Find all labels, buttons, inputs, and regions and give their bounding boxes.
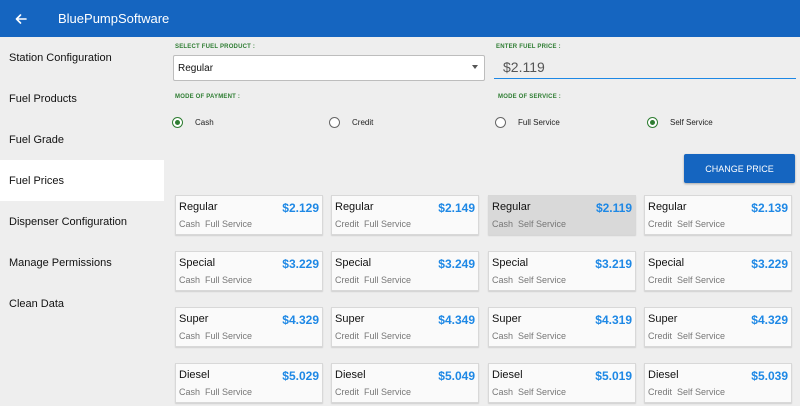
card-fuel-name: Diesel bbox=[648, 369, 679, 381]
card-price: $5.049 bbox=[438, 369, 475, 383]
card-fuel-name: Regular bbox=[335, 201, 374, 213]
price-card[interactable]: Diesel $5.029 Cash Full Service bbox=[175, 363, 323, 403]
card-fuel-name: Diesel bbox=[179, 369, 210, 381]
fuel-product-select-value: Regular bbox=[178, 62, 214, 74]
change-price-button[interactable]: CHANGE PRICE bbox=[684, 154, 795, 183]
card-fuel-name: Special bbox=[335, 257, 372, 269]
card-fuel-name: Regular bbox=[179, 201, 218, 213]
price-card[interactable]: Super $4.329 Cash Full Service bbox=[175, 307, 323, 347]
service-full-label: Full Service bbox=[518, 118, 560, 127]
card-mode: Credit Full Service bbox=[335, 275, 412, 285]
price-card-selected[interactable]: Regular $2.119 Cash Self Service bbox=[488, 195, 636, 235]
payment-credit-radio[interactable]: Credit bbox=[329, 117, 373, 128]
price-card[interactable]: Regular $2.149 Credit Full Service bbox=[331, 195, 479, 235]
card-price: $4.349 bbox=[438, 313, 475, 327]
sidebar: Station Configuration Fuel Products Fuel… bbox=[0, 37, 164, 406]
card-price: $3.229 bbox=[751, 257, 788, 271]
card-mode: Cash Full Service bbox=[179, 219, 253, 229]
price-card[interactable]: Diesel $5.049 Credit Full Service bbox=[331, 363, 479, 403]
back-button[interactable] bbox=[0, 0, 42, 37]
app-bar: BluePumpSoftware bbox=[0, 0, 800, 37]
sidebar-item-dispenser-configuration[interactable]: Dispenser Configuration bbox=[0, 201, 164, 242]
card-price: $5.039 bbox=[751, 369, 788, 383]
card-fuel-name: Diesel bbox=[492, 369, 523, 381]
card-mode: Credit Self Service bbox=[648, 331, 726, 341]
card-mode: Credit Full Service bbox=[335, 331, 412, 341]
main-content: SELECT FUEL PRODUCT : ENTER FUEL PRICE :… bbox=[164, 37, 800, 406]
sidebar-item-clean-data[interactable]: Clean Data bbox=[0, 283, 164, 324]
sidebar-item-fuel-prices[interactable]: Fuel Prices bbox=[0, 160, 164, 201]
card-mode: Cash Self Service bbox=[492, 331, 567, 341]
card-mode: Credit Full Service bbox=[335, 387, 412, 397]
card-price: $3.219 bbox=[595, 257, 632, 271]
arrow-left-icon bbox=[15, 13, 27, 24]
card-price: $5.029 bbox=[282, 369, 319, 383]
card-price: $2.129 bbox=[282, 201, 319, 215]
price-card[interactable]: Super $4.329 Credit Self Service bbox=[644, 307, 792, 347]
payment-credit-label: Credit bbox=[352, 118, 374, 127]
payment-cash-radio[interactable]: Cash bbox=[172, 117, 214, 128]
payment-cash-label: Cash bbox=[195, 118, 214, 127]
price-card[interactable]: Diesel $5.039 Credit Self Service bbox=[644, 363, 792, 403]
card-mode: Credit Self Service bbox=[648, 387, 726, 397]
sidebar-item-fuel-grade[interactable]: Fuel Grade bbox=[0, 119, 164, 160]
card-mode: Cash Full Service bbox=[179, 275, 253, 285]
card-mode: Credit Self Service bbox=[648, 219, 726, 229]
price-card[interactable]: Special $3.229 Cash Full Service bbox=[175, 251, 323, 291]
price-label: ENTER FUEL PRICE : bbox=[496, 44, 561, 50]
radio-unchecked-icon bbox=[495, 117, 506, 128]
card-fuel-name: Super bbox=[492, 313, 522, 325]
card-price: $4.319 bbox=[595, 313, 632, 327]
fuel-product-select[interactable]: Regular bbox=[173, 55, 485, 81]
card-mode: Cash Self Service bbox=[492, 387, 567, 397]
card-fuel-name: Super bbox=[179, 313, 209, 325]
card-price: $2.149 bbox=[438, 201, 475, 215]
card-fuel-name: Super bbox=[335, 313, 365, 325]
price-card[interactable]: Super $4.319 Cash Self Service bbox=[488, 307, 636, 347]
card-fuel-name: Special bbox=[648, 257, 685, 269]
sidebar-item-station-configuration[interactable]: Station Configuration bbox=[0, 37, 164, 78]
price-card[interactable]: Super $4.349 Credit Full Service bbox=[331, 307, 479, 347]
card-mode: Cash Self Service bbox=[492, 275, 567, 285]
service-self-radio[interactable]: Self Service bbox=[647, 117, 713, 128]
sidebar-item-manage-permissions[interactable]: Manage Permissions bbox=[0, 242, 164, 283]
card-fuel-name: Diesel bbox=[335, 369, 366, 381]
radio-checked-icon bbox=[647, 117, 658, 128]
service-full-radio[interactable]: Full Service bbox=[495, 117, 560, 128]
app-title: BluePumpSoftware bbox=[58, 11, 170, 26]
card-mode: Cash Full Service bbox=[179, 387, 253, 397]
radio-unchecked-icon bbox=[329, 117, 340, 128]
card-price: $2.119 bbox=[595, 201, 632, 215]
price-card[interactable]: Regular $2.139 Credit Self Service bbox=[644, 195, 792, 235]
card-fuel-name: Super bbox=[648, 313, 678, 325]
card-price: $5.019 bbox=[595, 369, 632, 383]
card-fuel-name: Special bbox=[492, 257, 529, 269]
dropdown-caret-icon bbox=[472, 65, 478, 69]
price-card[interactable]: Regular $2.129 Cash Full Service bbox=[175, 195, 323, 235]
fuel-price-input[interactable] bbox=[494, 55, 796, 79]
card-price: $3.229 bbox=[282, 257, 319, 271]
card-fuel-name: Regular bbox=[648, 201, 687, 213]
card-fuel-name: Special bbox=[179, 257, 216, 269]
card-fuel-name: Regular bbox=[492, 201, 531, 213]
price-card[interactable]: Diesel $5.019 Cash Self Service bbox=[488, 363, 636, 403]
card-mode: Credit Full Service bbox=[335, 219, 412, 229]
select-product-label: SELECT FUEL PRODUCT : bbox=[175, 44, 256, 50]
sidebar-item-fuel-products[interactable]: Fuel Products bbox=[0, 78, 164, 119]
card-price: $4.329 bbox=[751, 313, 788, 327]
card-mode: Credit Self Service bbox=[648, 275, 726, 285]
price-card[interactable]: Special $3.229 Credit Self Service bbox=[644, 251, 792, 291]
service-mode-label: MODE OF SERVICE : bbox=[498, 94, 561, 100]
service-self-label: Self Service bbox=[670, 118, 713, 127]
card-mode: Cash Self Service bbox=[492, 219, 567, 229]
card-mode: Cash Full Service bbox=[179, 331, 253, 341]
card-price: $2.139 bbox=[751, 201, 788, 215]
card-price: $3.249 bbox=[438, 257, 475, 271]
radio-checked-icon bbox=[172, 117, 183, 128]
price-card[interactable]: Special $3.219 Cash Self Service bbox=[488, 251, 636, 291]
payment-mode-label: MODE OF PAYMENT : bbox=[175, 94, 241, 100]
card-price: $4.329 bbox=[282, 313, 319, 327]
price-card[interactable]: Special $3.249 Credit Full Service bbox=[331, 251, 479, 291]
